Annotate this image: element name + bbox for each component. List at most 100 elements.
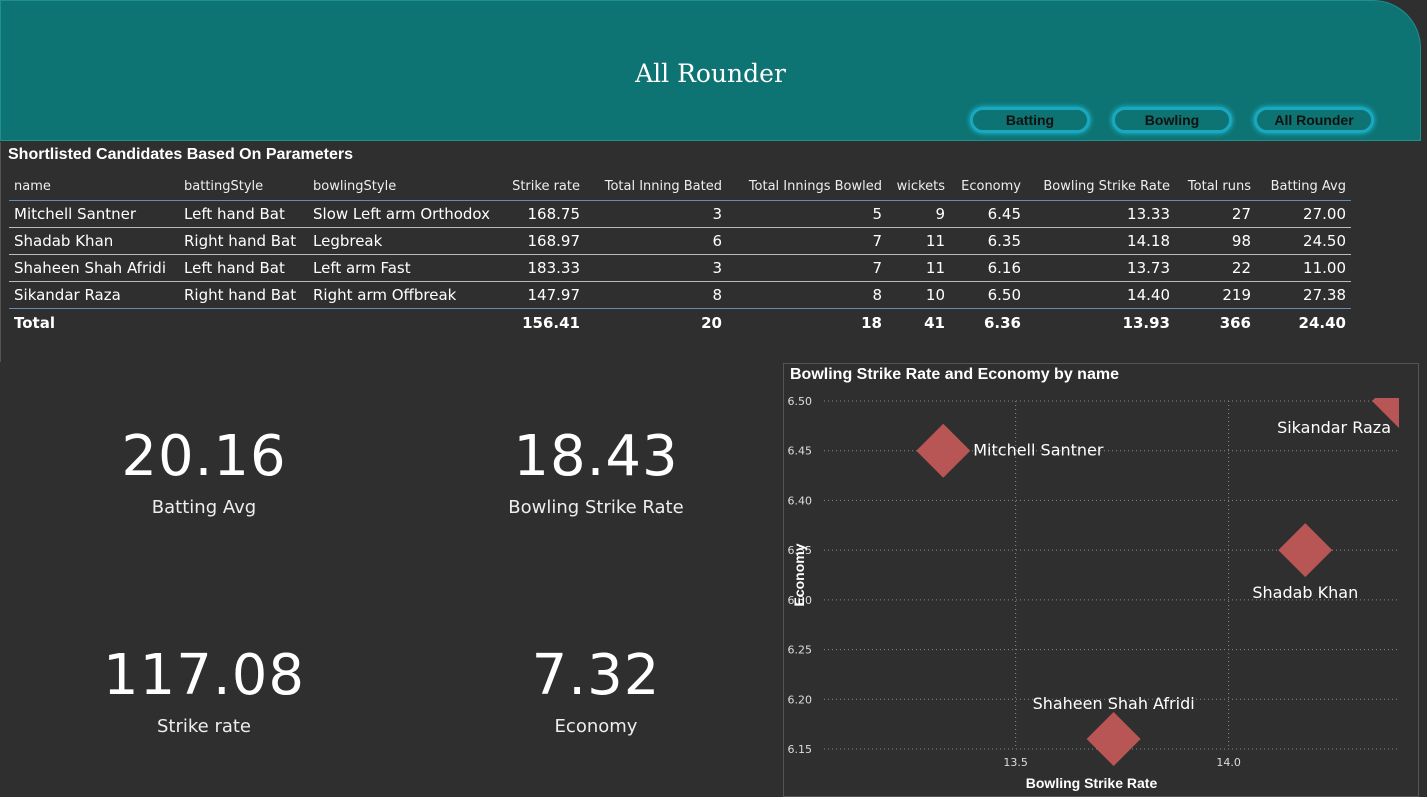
cell-innings-bowled: 18: [727, 308, 887, 337]
cell-total-runs: 27: [1231, 205, 1251, 223]
header-banner: All Rounder Batting Bowling All Rounder: [0, 0, 1421, 141]
x-axis-title: Bowling Strike Rate: [1026, 775, 1158, 791]
cell-batting-avg: 27.00: [1303, 205, 1346, 223]
batting-button[interactable]: Batting: [970, 107, 1090, 133]
cell-empty: [179, 308, 308, 337]
all-rounder-button[interactable]: All Rounder: [1254, 107, 1374, 133]
cell-economy: 6.45: [987, 205, 1021, 223]
cell-innings-batted: 20: [585, 308, 727, 337]
scatter-chart[interactable]: 6.156.206.256.306.356.406.456.5013.5 14.0…: [784, 364, 1418, 796]
cell-innings-batted: 8: [585, 281, 727, 309]
cell-batting-avg: 24.50: [1256, 227, 1351, 255]
scatter-point: [1086, 712, 1141, 767]
scatter-point: [916, 423, 971, 478]
table-row[interactable]: Sikandar Raza Right hand Bat Right arm O…: [9, 281, 1351, 309]
cell-strike-rate: 183.33: [505, 254, 585, 282]
cell-innings-batted: 3: [712, 205, 722, 223]
cell-name: Mitchell Santner: [14, 205, 137, 223]
col-header[interactable]: Bowling Strike Rate: [1026, 172, 1175, 201]
kpi-label: Strike rate: [156, 716, 252, 737]
point-label: Sikandar Raza: [1277, 418, 1391, 437]
cell-strike-rate: 168.97: [505, 227, 585, 255]
cell-bowling-strike-rate: 14.18: [1026, 227, 1175, 255]
candidates-table-panel: Shortlisted Candidates Based On Paramete…: [0, 142, 1421, 362]
cell-wickets: 41: [887, 308, 950, 337]
cell-economy: 6.35: [950, 227, 1026, 255]
kpi-label: Batting Avg: [151, 497, 257, 518]
y-axis-title: Economy: [791, 543, 807, 606]
y-tick-label: 6.45: [788, 445, 813, 458]
cell-wickets: 11: [887, 227, 950, 255]
cell-economy: 6.50: [950, 281, 1026, 309]
cell-bowling-strike-rate: 13.33: [1127, 205, 1170, 223]
kpi-value: 18.43: [513, 424, 679, 489]
candidates-table: name battingStyle bowlingStyle Strike ra…: [9, 172, 1351, 337]
page-title: All Rounder: [635, 59, 786, 88]
cell-wickets: 11: [887, 254, 950, 282]
cell-total-label: Total: [9, 308, 179, 337]
col-header[interactable]: Economy: [950, 172, 1026, 201]
cell-innings-batted: 6: [585, 227, 727, 255]
cell-wickets: 9: [935, 205, 945, 223]
cell-batting-style: Left hand Bat: [184, 205, 285, 223]
cell-innings-bowled: 7: [727, 227, 887, 255]
cell-batting-style: Right hand Bat: [179, 227, 308, 255]
col-header[interactable]: name: [9, 172, 179, 201]
cell-strike-rate: 168.75: [527, 205, 581, 223]
scatter-chart-panel[interactable]: Bowling Strike Rate and Economy by name …: [783, 363, 1419, 797]
cell-innings-batted: 3: [585, 254, 727, 282]
col-header[interactable]: Total Innings Bowled: [727, 172, 887, 201]
cell-bowling-style: Legbreak: [308, 227, 505, 255]
col-header[interactable]: Strike rate: [505, 172, 585, 201]
table-total-row: Total 156.41 20 18 41 6.36 13.93 366 24.…: [9, 308, 1351, 337]
table-row[interactable]: Shaheen Shah Afridi Left hand Bat Left a…: [9, 254, 1351, 282]
cell-bowling-style: Left arm Fast: [308, 254, 505, 282]
y-tick-label: 6.40: [788, 494, 813, 507]
cell-batting-avg: 11.00: [1256, 254, 1351, 282]
cell-name: Sikandar Raza: [9, 281, 179, 309]
cell-name: Shadab Khan: [9, 227, 179, 255]
kpi-label: Bowling Strike Rate: [508, 497, 684, 518]
kpi-label: Economy: [554, 716, 638, 737]
cell-wickets: 10: [887, 281, 950, 309]
scatter-point: [1278, 523, 1333, 578]
cell-innings-bowled: 5: [872, 205, 882, 223]
cell-batting-avg: 27.38: [1256, 281, 1351, 309]
col-header[interactable]: bowlingStyle: [308, 172, 505, 201]
kpi-value: 117.08: [103, 643, 305, 708]
cell-total-runs: 22: [1175, 254, 1256, 282]
cell-batting-style: Right hand Bat: [179, 281, 308, 309]
bowling-button[interactable]: Bowling: [1112, 107, 1232, 133]
x-tick-label: 13.5: [1003, 756, 1028, 769]
cell-total-runs: 98: [1175, 227, 1256, 255]
y-tick-label: 6.20: [788, 693, 813, 706]
point-label: Shaheen Shah Afridi: [1033, 694, 1195, 713]
cell-bowling-style: Right arm Offbreak: [308, 281, 505, 309]
col-header[interactable]: wickets: [887, 172, 950, 201]
table-header-row: name battingStyle bowlingStyle Strike ra…: [9, 172, 1351, 201]
col-header[interactable]: Total runs: [1175, 172, 1256, 201]
table-title: Shortlisted Candidates Based On Paramete…: [8, 146, 353, 163]
col-header[interactable]: Total Inning Bated: [585, 172, 727, 201]
point-label: Shadab Khan: [1252, 583, 1358, 602]
kpi-value: 20.16: [121, 424, 287, 489]
kpi-value: 7.32: [531, 643, 661, 708]
table-row[interactable]: Mitchell Santner Left hand Bat Slow Left…: [9, 201, 1351, 228]
point-label: Mitchell Santner: [973, 441, 1104, 460]
cell-empty: [308, 308, 505, 337]
cell-batting-style: Left hand Bat: [179, 254, 308, 282]
cell-strike-rate: 147.97: [505, 281, 585, 309]
table-row[interactable]: Shadab Khan Right hand Bat Legbreak 168.…: [9, 227, 1351, 255]
cell-economy: 6.16: [950, 254, 1026, 282]
cell-total-runs: 219: [1175, 281, 1256, 309]
y-tick-label: 6.50: [788, 395, 813, 408]
cell-innings-bowled: 7: [727, 254, 887, 282]
y-tick-label: 6.15: [788, 743, 813, 756]
cell-innings-bowled: 8: [727, 281, 887, 309]
cell-bowling-strike-rate: 13.93: [1026, 308, 1175, 337]
col-header[interactable]: battingStyle: [179, 172, 308, 201]
col-header[interactable]: Batting Avg: [1256, 172, 1351, 201]
cell-bowling-style: Slow Left arm Orthodox: [313, 205, 491, 223]
cell-economy: 6.36: [950, 308, 1026, 337]
cell-batting-avg: 24.40: [1256, 308, 1351, 337]
